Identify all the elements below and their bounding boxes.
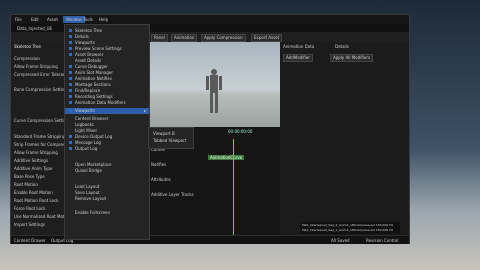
menu-item[interactable]: Quixel Bridge	[69, 168, 102, 174]
window-menu: Skeleton Tree Details Viewports Preview …	[64, 24, 150, 240]
menu-help[interactable]: Help	[99, 17, 108, 22]
menu-item[interactable]: Output Log	[69, 146, 97, 152]
check-icon	[69, 77, 72, 80]
log-line: Mk2_Interleaved_Seq_1_Anim1_uMCompress.a…	[302, 228, 394, 232]
menu-item-viewports[interactable]: Viewports ▸	[65, 108, 149, 114]
log-area: Mk2_Interleaved_Seq_2_Anim2_uMCompress.a…	[300, 222, 400, 234]
export-asset-button[interactable]: Export Asset	[251, 34, 283, 42]
animation-data-panel: Animation Data Details AddModifier Apply…	[280, 42, 409, 235]
details-row: Enable Root Motion	[14, 190, 53, 195]
details-row: Additive Anim Type	[14, 166, 53, 171]
toolbar-animation[interactable]: Animation	[171, 34, 198, 42]
menu-asset[interactable]: Asset	[47, 17, 58, 22]
details-row: Import Settings	[14, 222, 45, 227]
track-row: Attributes	[151, 177, 171, 182]
menu-item[interactable]: Enable Fullscreen	[69, 210, 110, 216]
details-row: Allow Frame Stripping	[14, 64, 58, 69]
panel-title: Skeleton Tree	[14, 44, 41, 49]
details-row: Bone Compression Settings	[14, 87, 70, 92]
submenu-item[interactable]: Viewport B	[153, 131, 175, 137]
details-row: Curve Compression Settings	[14, 118, 71, 123]
details-row: Base Pose Type	[14, 174, 45, 179]
menu-tools[interactable]: Tools	[83, 17, 93, 22]
apply-compression-button[interactable]: Apply Compression	[201, 34, 246, 42]
content-drawer-button[interactable]: Content Drawer	[14, 238, 46, 243]
menu-file[interactable]: File	[15, 17, 22, 22]
toolbar-panel[interactable]: Panel	[151, 34, 168, 42]
revision-control-button[interactable]: Revision Control	[366, 238, 398, 243]
details-row: Additive Settings	[14, 158, 49, 163]
playhead[interactable]	[233, 139, 234, 235]
track-row: Notifies	[151, 162, 167, 167]
check-icon	[69, 101, 72, 104]
check-icon	[69, 47, 72, 50]
menu-item[interactable]: Animation Data Modifiers	[69, 100, 126, 106]
check-icon	[69, 89, 72, 92]
viewport[interactable]	[148, 42, 280, 127]
character-figure	[206, 69, 222, 113]
check-icon	[69, 83, 72, 86]
add-modifier-button[interactable]: AddModifier	[283, 54, 313, 62]
tab-animation-data[interactable]: Animation Data	[283, 44, 314, 49]
details-row: Standard Frame Stripping	[14, 134, 66, 139]
check-icon	[69, 53, 72, 56]
details-row: Use Normalized Root Motion	[14, 214, 71, 219]
check-icon	[69, 65, 72, 68]
save-status: All Saved	[331, 238, 350, 243]
timecode: 00:00:00:00	[228, 129, 253, 134]
menu-item[interactable]: Remove Layout	[69, 196, 106, 202]
tab-details[interactable]: Details	[335, 44, 349, 49]
check-icon	[69, 41, 72, 44]
details-row: Root Motion Root Lock	[14, 198, 59, 203]
menu-bar: File Edit Asset Window Tools Help	[11, 15, 409, 24]
viewports-submenu: Viewport B Tabbed Viewport	[148, 127, 194, 149]
track-row: Additive Layer Tracks	[151, 192, 194, 197]
log-line: Mk2_Interleaved_Seq_2_Anim2_uMCompress.a…	[302, 223, 394, 227]
details-row: Root Motion	[14, 182, 38, 187]
check-icon	[69, 141, 72, 144]
details-row: Compressed Error Tolerance	[14, 72, 71, 77]
check-icon	[69, 135, 72, 138]
curve-marker[interactable]: AnimationCurve	[208, 155, 245, 160]
check-icon	[69, 29, 72, 32]
details-row: Allow Frame Stripping	[14, 150, 58, 155]
check-icon	[69, 109, 72, 112]
check-icon	[69, 95, 72, 98]
menu-edit[interactable]: Edit	[31, 17, 39, 22]
check-icon	[69, 147, 72, 150]
check-icon	[69, 71, 72, 74]
check-icon	[69, 35, 72, 38]
details-row: Compression	[14, 56, 40, 61]
menu-window[interactable]: Window	[63, 16, 85, 23]
submenu-item[interactable]: Tabbed Viewport	[153, 138, 186, 144]
chevron-right-icon: ▸	[143, 108, 146, 113]
asset-tab[interactable]: Data_Injected_UE	[17, 26, 52, 31]
apply-all-modifiers-button[interactable]: Apply All Modifiers	[330, 54, 374, 62]
details-row: Force Root Lock	[14, 206, 46, 211]
